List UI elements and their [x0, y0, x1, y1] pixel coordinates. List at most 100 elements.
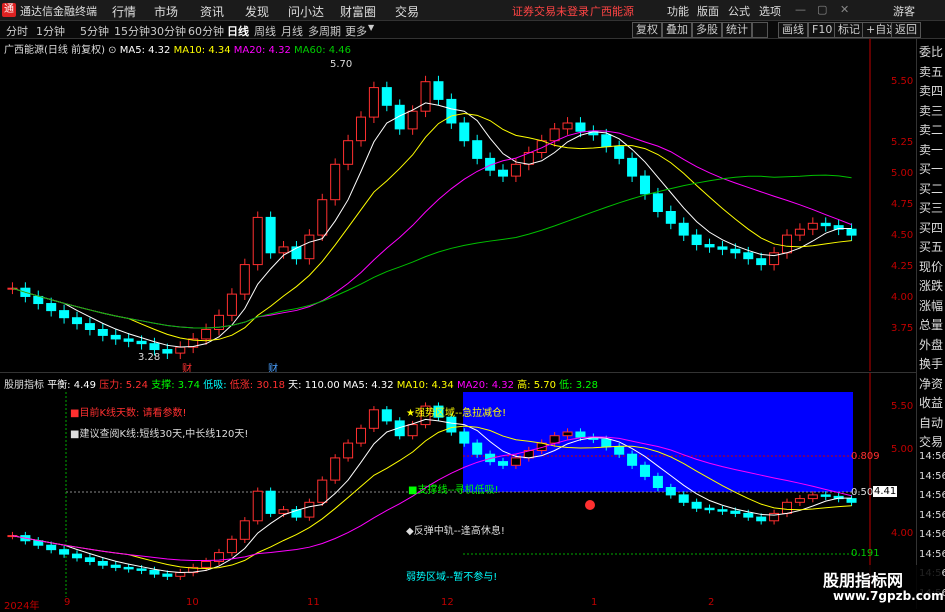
candle: [769, 246, 780, 271]
side-item[interactable]: 换手: [919, 355, 945, 372]
period-weekly[interactable]: 周线: [254, 23, 276, 39]
candle: [239, 517, 250, 543]
menu-options[interactable]: 选项: [759, 3, 781, 19]
ma-line: [12, 130, 852, 329]
period-monthly[interactable]: 月线: [281, 23, 303, 39]
candle: [71, 550, 83, 562]
period-more[interactable]: 更多: [345, 23, 367, 39]
minimize-icon[interactable]: —: [795, 3, 806, 16]
side-item[interactable]: 涨跌: [919, 277, 945, 294]
candle: [833, 219, 844, 236]
ind-axis-tick: 5.00: [891, 444, 914, 455]
main-chart-panel[interactable]: 广西能源(日线 前复权) ⊙ MA5: 4.32 MA10: 4.34 MA20…: [0, 39, 916, 375]
btn-draw[interactable]: 画线: [778, 22, 808, 38]
side-time: 14:56: [919, 451, 945, 462]
candle: [213, 309, 225, 336]
menu-wealth[interactable]: 财富圈: [340, 3, 376, 20]
menu-trade[interactable]: 交易: [395, 3, 419, 20]
side-item[interactable]: 净资: [919, 375, 945, 392]
candle: [291, 241, 302, 265]
period-15min[interactable]: 15分钟: [114, 23, 150, 39]
maximize-icon[interactable]: ▢: [817, 3, 827, 16]
period-30min[interactable]: 30分钟: [150, 23, 186, 39]
side-item[interactable]: 卖四: [919, 82, 945, 99]
side-time: 14:56: [919, 490, 945, 501]
period-1min[interactable]: 1分钟: [36, 23, 65, 39]
btn-mark[interactable]: 标记: [834, 22, 864, 38]
period-5min[interactable]: 5分钟: [80, 23, 109, 39]
side-item[interactable]: 现价: [919, 258, 945, 275]
candle: [627, 152, 638, 182]
menu-news[interactable]: 资讯: [200, 3, 224, 20]
side-item[interactable]: 买五: [919, 238, 945, 255]
candle: [226, 535, 237, 557]
btn-overlay[interactable]: 叠加: [662, 22, 692, 38]
candle: [59, 545, 70, 558]
candle: [820, 491, 831, 501]
menu-function[interactable]: 功能: [667, 3, 689, 19]
candle: [433, 75, 444, 106]
side-item[interactable]: 卖二: [919, 121, 945, 138]
axis-tick: 4.25: [891, 261, 914, 272]
side-item[interactable]: 卖一: [919, 141, 945, 158]
side-item[interactable]: 交易: [919, 433, 945, 450]
btn-back[interactable]: 返回: [891, 22, 921, 38]
candle: [188, 563, 199, 577]
side-item[interactable]: 卖五: [919, 63, 945, 80]
guest-login[interactable]: 游客: [893, 3, 915, 19]
ratio-label: 0.809: [851, 451, 880, 462]
price-cursor-label: 4.41: [873, 486, 898, 497]
ma-line: [12, 102, 852, 348]
side-item[interactable]: 委比: [919, 43, 945, 60]
close-icon[interactable]: ✕: [840, 3, 849, 16]
btn-stats[interactable]: 统计: [722, 22, 752, 38]
candlestick-chart[interactable]: [0, 39, 916, 371]
period-60min[interactable]: 60分钟: [188, 23, 224, 39]
menu-layout[interactable]: 版面: [697, 3, 719, 19]
candle: [756, 252, 767, 271]
menu-discover[interactable]: 发现: [245, 3, 269, 20]
chevron-down-icon[interactable]: ▼: [368, 23, 374, 32]
candle: [368, 406, 379, 432]
menu-quotes[interactable]: 行情: [112, 3, 136, 20]
indicator-panel[interactable]: 股朋指标 平衡: 4.49 压力: 5.24 支撑: 3.74 低吸: 低涨: …: [0, 372, 916, 597]
btn-adjust[interactable]: 复权: [632, 22, 662, 38]
ind-axis-tick: 4.00: [891, 528, 914, 539]
candle: [59, 304, 70, 324]
side-item[interactable]: 外盘: [919, 336, 945, 353]
watermark: 股朋指标网 www.7gpzb.com: [815, 565, 944, 609]
side-item[interactable]: 收益: [919, 394, 945, 411]
menu-market[interactable]: 市场: [154, 3, 178, 20]
side-item[interactable]: 总量: [919, 316, 945, 333]
candle: [472, 134, 483, 165]
candle: [381, 81, 392, 112]
candle: [330, 454, 341, 484]
axis-tick: 5.00: [891, 168, 914, 179]
side-item[interactable]: 买一: [919, 160, 945, 177]
candle: [33, 537, 44, 549]
side-time: 14:56: [919, 529, 945, 540]
note-suggest: ■建议查阅K线:短线30天,中长线120天!: [70, 429, 249, 440]
side-item[interactable]: 涨幅: [919, 297, 945, 314]
side-item[interactable]: 买二: [919, 180, 945, 197]
candle: [84, 554, 95, 566]
login-warning[interactable]: 证券交易未登录: [512, 3, 589, 19]
period-daily[interactable]: 日线: [227, 23, 249, 39]
menu-formula[interactable]: 公式: [728, 3, 750, 19]
side-item[interactable]: 买四: [919, 219, 945, 236]
candle: [781, 229, 793, 259]
menu-assistant[interactable]: 问小达: [288, 3, 324, 20]
candle: [704, 504, 715, 514]
stock-name: 广西能源: [590, 5, 634, 18]
side-item[interactable]: 自动: [919, 414, 945, 431]
period-multi[interactable]: 多周期: [308, 23, 341, 39]
side-item[interactable]: 买三: [919, 199, 945, 216]
candle: [794, 494, 805, 506]
x-tick: 11: [307, 597, 320, 608]
period-tick[interactable]: 分时: [6, 23, 28, 39]
side-item[interactable]: 卖三: [919, 102, 945, 119]
btn-f10[interactable]: F10: [808, 22, 837, 38]
btn-multi-stock[interactable]: 多股: [692, 22, 722, 38]
candle: [381, 406, 392, 425]
x-tick: 2024年: [4, 601, 40, 612]
